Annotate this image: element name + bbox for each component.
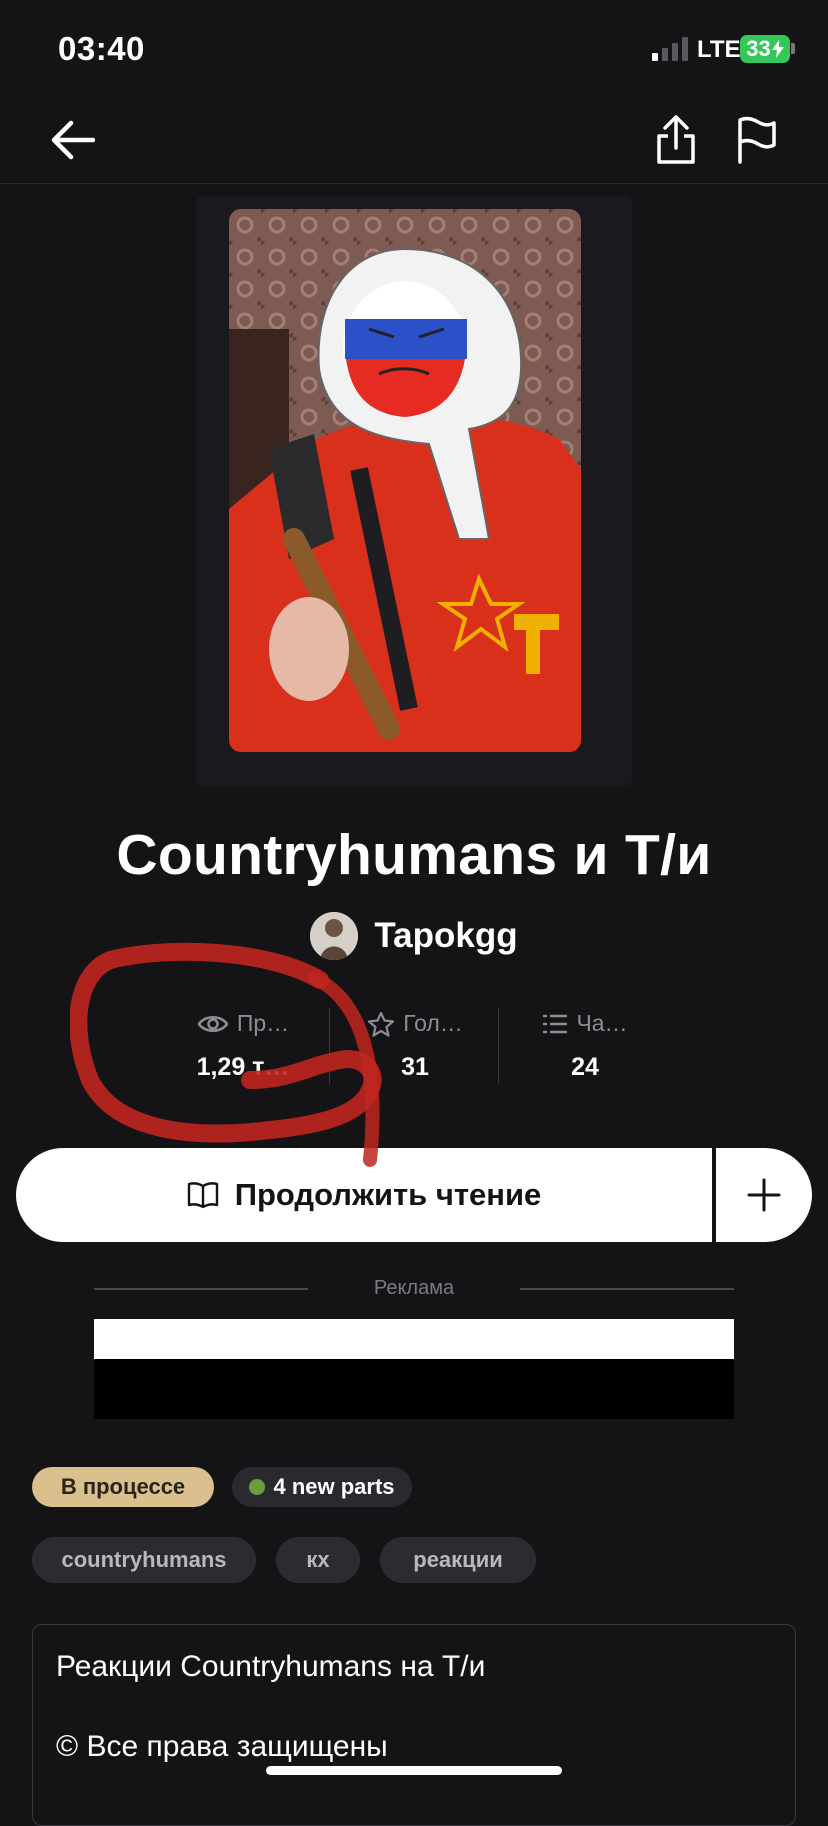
status-time: 03:40 xyxy=(58,30,145,67)
story-cover-image[interactable] xyxy=(229,209,581,752)
stat-views-value: 1,29 т… xyxy=(196,1053,290,1081)
ad-label: Реклама xyxy=(373,1277,455,1299)
avatar-image xyxy=(310,912,359,960)
battery-tip xyxy=(791,43,795,54)
home-indicator xyxy=(266,1766,562,1775)
stat-divider xyxy=(329,1008,330,1084)
stat-parts-value: 24 xyxy=(571,1053,599,1081)
description-line: © Все права защищены xyxy=(56,1730,388,1763)
charging-bolt-icon xyxy=(771,40,784,58)
author-avatar[interactable] xyxy=(310,912,359,960)
cover-artwork xyxy=(229,209,581,752)
stat-views: Пр… 1,29 т… xyxy=(168,1010,318,1082)
stat-parts-label: Ча… xyxy=(576,1010,628,1036)
stat-votes-label: Гол… xyxy=(403,1010,463,1036)
book-icon xyxy=(187,1182,218,1209)
new-parts-label: 4 new parts xyxy=(273,1474,395,1499)
report-button[interactable] xyxy=(728,112,784,168)
tag-kh[interactable]: кх xyxy=(276,1537,360,1583)
author-name[interactable]: Tapokgg xyxy=(374,916,517,956)
continue-reading-button[interactable]: Продолжить чтение xyxy=(16,1148,712,1242)
ad-banner-top[interactable] xyxy=(94,1319,734,1359)
add-to-library-button[interactable] xyxy=(716,1148,812,1242)
header-divider xyxy=(0,183,828,184)
status-badge: В процессе xyxy=(32,1467,214,1507)
ad-divider-left xyxy=(94,1288,308,1290)
tag-reactions[interactable]: реакции xyxy=(380,1537,536,1583)
ad-banner-bottom[interactable] xyxy=(94,1359,734,1419)
network-type: LTE xyxy=(697,36,741,63)
stat-views-label: Пр… xyxy=(236,1010,290,1036)
cellular-signal-icon xyxy=(652,37,688,61)
story-title: Countryhumans и Т/и xyxy=(116,823,712,887)
battery-level: 33 xyxy=(746,36,771,61)
list-icon xyxy=(543,1014,568,1033)
battery-indicator: 33 xyxy=(740,35,790,63)
flag-icon xyxy=(738,116,776,164)
stat-votes-value: 31 xyxy=(401,1053,429,1081)
plus-icon xyxy=(747,1178,781,1212)
arrow-left-icon xyxy=(51,120,95,160)
new-parts-badge: 4 new parts xyxy=(232,1467,412,1507)
description-line: Реакции Countryhumans на Т/и xyxy=(56,1650,486,1683)
continue-reading-label: Продолжить чтение xyxy=(234,1177,542,1212)
eye-icon xyxy=(197,1015,229,1032)
stat-parts: Ча… 24 xyxy=(510,1010,660,1082)
stat-votes: Гол… 31 xyxy=(340,1010,490,1082)
stat-divider xyxy=(498,1008,499,1084)
ad-divider-right xyxy=(520,1288,734,1290)
star-icon xyxy=(368,1011,395,1037)
back-button[interactable] xyxy=(44,112,100,168)
share-icon xyxy=(657,115,695,164)
tag-countryhumans[interactable]: countryhumans xyxy=(32,1537,256,1583)
share-button[interactable] xyxy=(648,110,704,170)
new-parts-dot xyxy=(249,1479,266,1495)
author-row[interactable]: Tapokgg xyxy=(0,912,828,960)
